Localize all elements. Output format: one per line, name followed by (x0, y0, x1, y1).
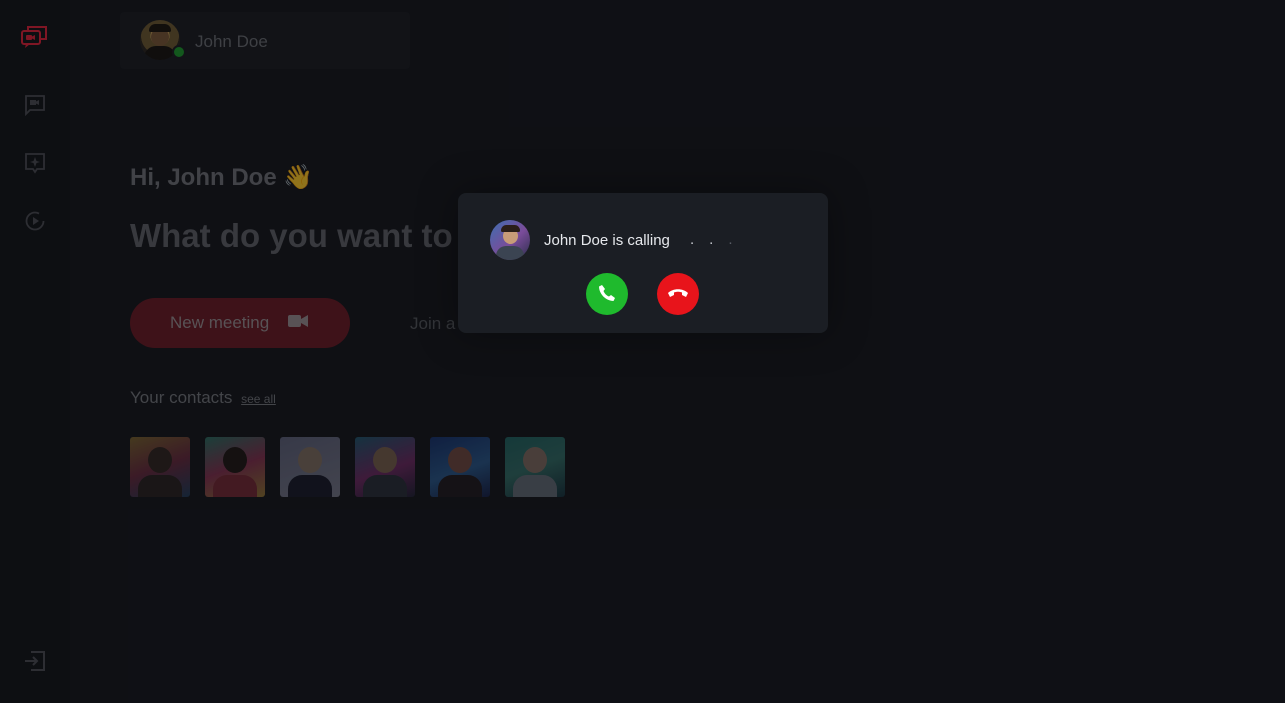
caller-text: John Doe is calling (544, 232, 670, 249)
join-meeting-link[interactable]: Join a (410, 314, 455, 334)
phone-icon (597, 283, 617, 306)
messages-icon[interactable] (20, 90, 50, 120)
modal-overlay (0, 0, 1285, 703)
user-card[interactable]: John Doe (120, 12, 410, 69)
calling-dots: ... (690, 231, 748, 248)
user-name: John Doe (195, 32, 268, 51)
logout-icon[interactable] (22, 648, 48, 674)
contact-avatar[interactable] (280, 437, 340, 497)
headline: What do you want to (130, 217, 453, 254)
contact-avatar[interactable] (130, 437, 190, 497)
decline-call-button[interactable] (657, 273, 699, 315)
see-all-link[interactable]: see all (241, 392, 276, 406)
greeting: Hi, John Doe 👋 (130, 164, 314, 191)
replay-icon[interactable] (20, 206, 50, 236)
hang-up-icon (667, 286, 689, 303)
new-meeting-label: New meeting (170, 313, 270, 332)
new-meeting-button[interactable]: New meeting (130, 298, 350, 348)
app-logo-icon[interactable] (20, 22, 50, 52)
contact-avatar[interactable] (505, 437, 565, 497)
contact-avatar[interactable] (355, 437, 415, 497)
contacts-title: Your contacts (130, 388, 233, 407)
accept-call-button[interactable] (586, 273, 628, 315)
incoming-call-dialog: John Doe is calling ... (458, 193, 828, 333)
video-camera-icon (287, 313, 309, 334)
sparkle-icon[interactable] (20, 148, 50, 178)
online-status-indicator (172, 45, 186, 59)
contact-avatar[interactable] (430, 437, 490, 497)
contacts-header: Your contacts see all (130, 388, 276, 408)
sidebar (0, 0, 70, 703)
contact-avatar[interactable] (205, 437, 265, 497)
caller-avatar (490, 220, 530, 260)
